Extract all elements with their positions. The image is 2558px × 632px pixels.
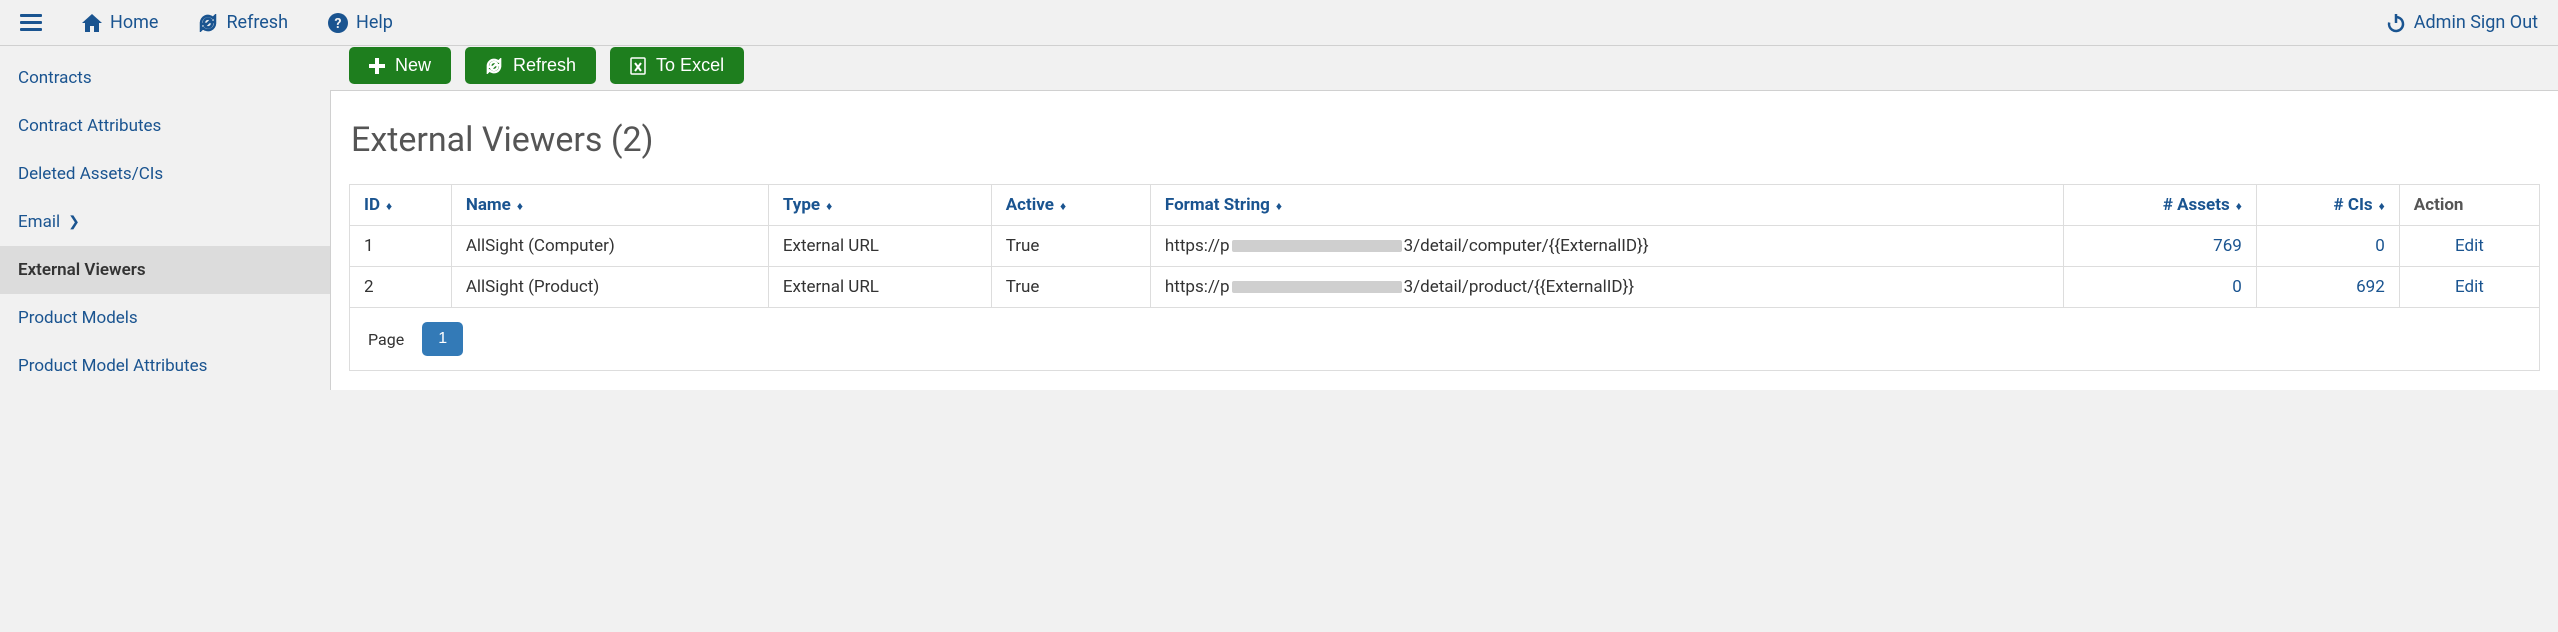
cell-active: True [991, 226, 1150, 267]
hamburger-icon[interactable] [20, 14, 42, 31]
sort-icon: ♦ [1060, 200, 1066, 212]
sidebar-item-label: Product Model Attributes [18, 356, 207, 376]
help-label: Help [356, 12, 393, 33]
edit-link[interactable]: Edit [2455, 236, 2484, 256]
excel-button[interactable]: To Excel [610, 47, 744, 84]
assets-link[interactable]: 0 [2232, 277, 2242, 297]
cell-type: External URL [768, 226, 991, 267]
cell-format-string: https://p3/detail/computer/{{ExternalID}… [1150, 226, 2063, 267]
redacted-url [1232, 281, 1402, 293]
sidebar-item-contract-attributes[interactable]: Contract Attributes [0, 102, 330, 150]
sidebar-item-label: Contract Attributes [18, 116, 161, 136]
home-icon [82, 14, 102, 32]
sidebar-item-label: Contracts [18, 68, 92, 88]
refresh-button[interactable]: Refresh [465, 47, 596, 84]
cell-id: 1 [350, 226, 452, 267]
plus-icon [369, 58, 385, 74]
cell-active: True [991, 267, 1150, 308]
data-table: ID♦ Name♦ Type♦ Active♦ Format String♦ #… [349, 184, 2540, 308]
sort-icon: ♦ [2379, 200, 2385, 212]
refresh-icon [198, 14, 218, 32]
cell-assets: 0 [2064, 267, 2256, 308]
action-bar: New Refresh To Excel [349, 47, 2558, 100]
page-label: Page [368, 330, 404, 349]
power-icon [2386, 13, 2406, 33]
cell-assets: 769 [2064, 226, 2256, 267]
help-link[interactable]: ? Help [328, 12, 393, 33]
cis-link[interactable]: 692 [2356, 277, 2385, 297]
redacted-url [1232, 240, 1402, 252]
sort-icon: ♦ [2236, 200, 2242, 212]
svg-text:?: ? [335, 16, 342, 32]
sidebar-item-product-model-attributes[interactable]: Product Model Attributes [0, 342, 330, 390]
help-icon: ? [328, 13, 348, 33]
cell-format-string: https://p3/detail/product/{{ExternalID}} [1150, 267, 2063, 308]
new-button[interactable]: New [349, 47, 451, 84]
edit-link[interactable]: Edit [2455, 277, 2484, 297]
table-wrapper: ID♦ Name♦ Type♦ Active♦ Format String♦ #… [331, 184, 2558, 371]
col-name[interactable]: Name♦ [451, 185, 768, 226]
topbar: Home Refresh ? Help Admin Sign Out [0, 0, 2558, 46]
page-button-1[interactable]: 1 [422, 322, 463, 356]
page-title: External Viewers (2) [331, 100, 2558, 184]
cell-cis: 0 [2256, 226, 2399, 267]
signout-link[interactable]: Admin Sign Out [2386, 12, 2538, 33]
content: New Refresh To Excel External Viewers (2… [330, 90, 2558, 390]
topbar-left: Home Refresh ? Help [20, 12, 393, 33]
sidebar-item-label: Product Models [18, 308, 138, 328]
home-link[interactable]: Home [82, 12, 158, 33]
table-row: 2AllSight (Product)External URLTruehttps… [350, 267, 2540, 308]
cell-type: External URL [768, 267, 991, 308]
table-row: 1AllSight (Computer)External URLTruehttp… [350, 226, 2540, 267]
assets-link[interactable]: 769 [2213, 236, 2242, 256]
new-label: New [395, 55, 431, 76]
cell-name: AllSight (Computer) [451, 226, 768, 267]
cell-id: 2 [350, 267, 452, 308]
sidebar-item-product-models[interactable]: Product Models [0, 294, 330, 342]
sidebar-item-external-viewers[interactable]: External Viewers [0, 246, 330, 294]
sort-icon: ♦ [517, 200, 523, 212]
sort-icon: ♦ [386, 200, 392, 212]
refresh-label: Refresh [513, 55, 576, 76]
col-type[interactable]: Type♦ [768, 185, 991, 226]
refresh-label: Refresh [226, 12, 288, 33]
sidebar-item-label: External Viewers [18, 260, 146, 280]
sort-icon: ♦ [1276, 200, 1282, 212]
sidebar-item-label: Email [18, 212, 60, 232]
col-assets[interactable]: # Assets♦ [2064, 185, 2256, 226]
sidebar-item-contracts[interactable]: Contracts [0, 54, 330, 102]
refresh-icon [485, 58, 503, 74]
main-container: Contracts Contract Attributes Deleted Asse… [0, 46, 2558, 390]
col-id[interactable]: ID♦ [350, 185, 452, 226]
sidebar-item-deleted-assets-cis[interactable]: Deleted Assets/CIs [0, 150, 330, 198]
home-label: Home [110, 12, 158, 33]
table-header-row: ID♦ Name♦ Type♦ Active♦ Format String♦ #… [350, 185, 2540, 226]
cell-action: Edit [2399, 226, 2539, 267]
col-active[interactable]: Active♦ [991, 185, 1150, 226]
col-cis[interactable]: # CIs♦ [2256, 185, 2399, 226]
refresh-link[interactable]: Refresh [198, 12, 288, 33]
sidebar: Contracts Contract Attributes Deleted Asse… [0, 46, 330, 390]
col-action: Action [2399, 185, 2539, 226]
signout-label: Admin Sign Out [2414, 12, 2538, 33]
pagination: Page 1 [349, 308, 2540, 371]
topbar-right: Admin Sign Out [2386, 12, 2538, 33]
cell-action: Edit [2399, 267, 2539, 308]
excel-icon [630, 57, 646, 75]
cell-cis: 692 [2256, 267, 2399, 308]
chevron-right-icon: ❯ [68, 214, 80, 230]
cell-name: AllSight (Product) [451, 267, 768, 308]
excel-label: To Excel [656, 55, 724, 76]
cis-link[interactable]: 0 [2375, 236, 2385, 256]
sort-icon: ♦ [826, 200, 832, 212]
sidebar-item-label: Deleted Assets/CIs [18, 164, 163, 184]
sidebar-item-email[interactable]: Email ❯ [0, 198, 330, 246]
col-format[interactable]: Format String♦ [1150, 185, 2063, 226]
